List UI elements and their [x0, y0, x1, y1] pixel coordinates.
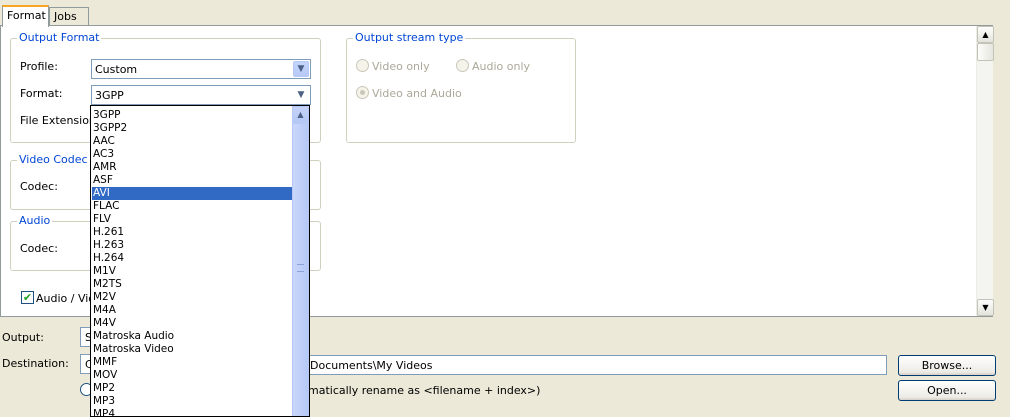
destination-label: Destination:	[2, 357, 69, 370]
profile-label: Profile:	[20, 60, 58, 73]
format-option[interactable]: H.263	[92, 239, 293, 252]
video-only-label: Video only	[372, 60, 430, 73]
format-select[interactable]: 3GPP ▼	[91, 85, 311, 105]
format-label: Format:	[20, 87, 63, 100]
audio-only-radio[interactable]	[456, 59, 469, 72]
format-option[interactable]: 3GPP2	[92, 122, 293, 135]
format-option[interactable]: ASF	[92, 174, 293, 187]
scroll-thumb[interactable]	[977, 43, 994, 61]
format-option[interactable]: AC3	[92, 148, 293, 161]
format-option[interactable]: AVI	[92, 187, 293, 200]
format-option[interactable]: MP4	[92, 408, 293, 416]
format-option[interactable]: M1V	[92, 265, 293, 278]
format-option[interactable]: 3GPP	[92, 109, 293, 122]
dropdown-scrollbar[interactable]: ▲	[292, 106, 309, 416]
audio-only-label: Audio only	[472, 60, 531, 73]
format-option[interactable]: M2V	[92, 291, 293, 304]
scroll-up-icon[interactable]: ▲	[977, 26, 994, 43]
destination-path-input[interactable]: Documents\My Videos	[305, 355, 887, 375]
format-option[interactable]: H.261	[92, 226, 293, 239]
audio-codec-label: Codec:	[20, 242, 58, 255]
format-option[interactable]: AAC	[92, 135, 293, 148]
browse-button[interactable]: Browse...	[898, 355, 996, 376]
scroll-up-icon[interactable]: ▲	[292, 106, 309, 123]
profile-select[interactable]: Custom ▼	[91, 59, 311, 79]
panel-scrollbar[interactable]: ▲ ▼	[976, 26, 994, 316]
output-stream-type-title: Output stream type	[353, 31, 466, 44]
format-option[interactable]: MP2	[92, 382, 293, 395]
format-option[interactable]: MMF	[92, 356, 293, 369]
audio-codec-title: Audio	[17, 214, 53, 227]
destination-path-value: Documents\My Videos	[310, 359, 433, 372]
output-format-title: Output Format	[17, 31, 102, 44]
tab-format[interactable]: Format	[2, 5, 49, 27]
audio-video-sync-checkbox[interactable]: ✔	[21, 291, 34, 304]
format-option[interactable]: M2TS	[92, 278, 293, 291]
scroll-down-icon[interactable]: ▼	[977, 299, 994, 316]
dropdown-scroll-thumb[interactable]	[292, 123, 309, 416]
video-codec-label: Codec:	[20, 180, 58, 193]
grip-icon	[297, 264, 304, 272]
format-option[interactable]: FLAC	[92, 200, 293, 213]
video-only-radio[interactable]	[356, 59, 369, 72]
format-option[interactable]: AMR	[92, 161, 293, 174]
format-value: 3GPP	[95, 89, 124, 102]
format-option[interactable]: FLV	[92, 213, 293, 226]
format-option[interactable]: MOV	[92, 369, 293, 382]
format-options: 3GPP 3GPP2 AAC AC3 AMR ASF AVI FLAC FLV H.261 H.26…	[92, 109, 293, 416]
format-option[interactable]: M4A	[92, 304, 293, 317]
output-label: Output:	[2, 331, 44, 344]
chevron-down-icon[interactable]: ▼	[293, 87, 309, 103]
format-option[interactable]: Matroska Video	[92, 343, 293, 356]
profile-value: Custom	[95, 63, 138, 76]
file-extension-label: File Extension:	[20, 114, 100, 127]
output-stream-type-group: Output stream type Video only Audio only…	[346, 31, 576, 143]
open-button[interactable]: Open...	[898, 380, 996, 401]
tab-jobs[interactable]: Jobs	[49, 7, 89, 26]
auto-rename-label: matically rename as <filename + index>)	[308, 384, 541, 397]
format-option[interactable]: MP3	[92, 395, 293, 408]
chevron-down-icon[interactable]: ▼	[293, 61, 309, 77]
format-option[interactable]: M4V	[92, 317, 293, 330]
video-and-audio-radio[interactable]	[356, 86, 369, 99]
format-dropdown-list[interactable]: 3GPP 3GPP2 AAC AC3 AMR ASF AVI FLAC FLV H.261 H.26…	[90, 105, 310, 417]
video-and-audio-label: Video and Audio	[372, 87, 462, 100]
video-codec-title: Video Codec	[17, 153, 90, 166]
format-option[interactable]: H.264	[92, 252, 293, 265]
format-option[interactable]: Matroska Audio	[92, 330, 293, 343]
